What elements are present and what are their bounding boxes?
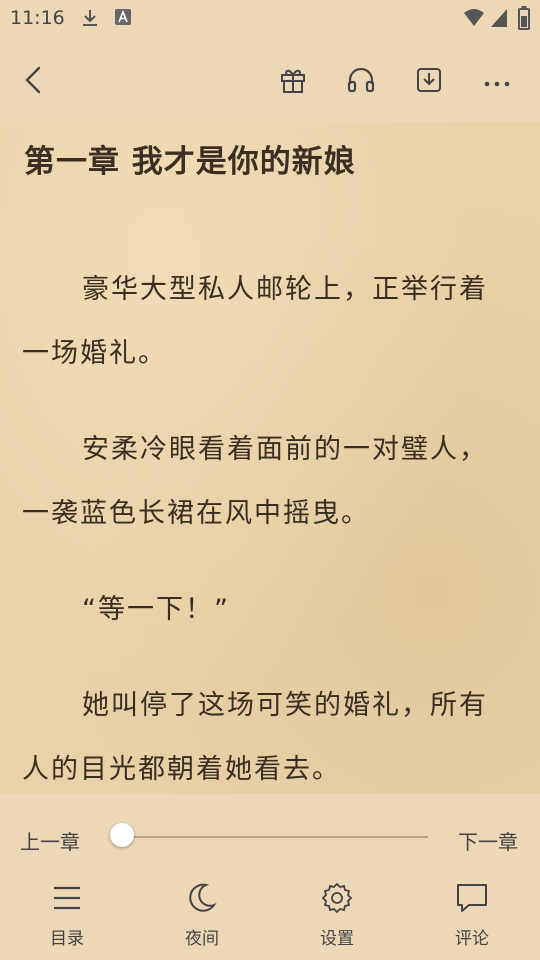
nav-catalog[interactable]: 目录: [27, 880, 107, 949]
nav-label: 目录: [50, 929, 84, 949]
prev-chapter-button[interactable]: 上一章: [20, 826, 80, 855]
nav-label: 夜间: [185, 929, 219, 949]
nav-settings[interactable]: 设置: [297, 880, 377, 949]
download-chapter-icon: [415, 66, 443, 98]
comment-icon: [432, 880, 512, 916]
nav-comments[interactable]: 评论: [432, 880, 512, 949]
paragraph: 豪华大型私人邮轮上，正举行着一场婚礼。: [22, 274, 488, 369]
gear-icon: [297, 880, 377, 916]
status-time: 11:16: [10, 7, 65, 29]
app-notification-icon: [114, 8, 132, 30]
headphones-icon: [346, 66, 376, 98]
download-chapter-button[interactable]: [411, 64, 447, 100]
paragraph: 安柔冷眼看着面前的一对璧人，一袭蓝色长裙在风中摇曳。: [22, 434, 488, 529]
paragraph: 她叫停了这场可笑的婚礼，所有人的目光都朝着她看去。: [22, 690, 488, 785]
more-button[interactable]: [479, 64, 515, 100]
back-arrow-icon: [22, 66, 46, 98]
download-icon: [80, 8, 100, 32]
signal-icon: [490, 8, 508, 32]
nav-night-mode[interactable]: 夜间: [162, 880, 242, 949]
back-button[interactable]: [16, 64, 52, 100]
reading-area[interactable]: 第一章 我才是你的新娘 豪华大型私人邮轮上，正举行着一场婚礼。 安柔冷眼看着面前…: [0, 122, 540, 794]
moon-icon: [162, 880, 242, 916]
nav-label: 设置: [320, 929, 354, 949]
reader-toolbar: [0, 36, 540, 122]
chapter-progress-slider[interactable]: [122, 836, 428, 838]
listen-button[interactable]: [343, 64, 379, 100]
paragraph: “等一下！”: [82, 594, 230, 625]
battery-icon: [518, 6, 530, 34]
reader-bottom-panel: 上一章 下一章 目录 夜间 设置 评论: [0, 794, 540, 960]
chapter-title: 第一章 我才是你的新娘: [24, 144, 356, 180]
next-chapter-button[interactable]: 下一章: [458, 826, 518, 855]
status-bar: 11:16: [0, 0, 540, 36]
nav-label: 评论: [455, 929, 489, 949]
gift-icon: [279, 66, 307, 98]
gift-button[interactable]: [275, 64, 311, 100]
more-icon: [483, 73, 511, 92]
slider-thumb[interactable]: [110, 823, 134, 847]
wifi-icon: [463, 8, 485, 32]
catalog-icon: [27, 880, 107, 916]
